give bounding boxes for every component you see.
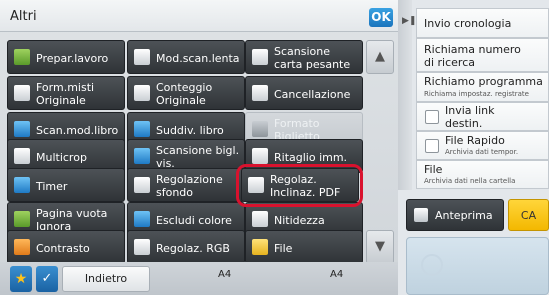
book-divide-icon (134, 121, 150, 137)
regolazione-sfondo-button[interactable]: Regolazione sfondo (127, 168, 245, 202)
form-misti-originale-button[interactable]: Form.misti Originale (7, 76, 125, 110)
start-icon (421, 254, 443, 276)
count-icon (134, 85, 150, 101)
back-button[interactable]: Indietro (62, 266, 150, 292)
clear-all-button[interactable]: CA (508, 199, 549, 231)
star-icon[interactable]: ★ (10, 266, 32, 292)
card-icon (252, 121, 268, 137)
contrast-icon (14, 239, 30, 255)
richiamo-programma-item[interactable]: Richiamo programma Richiama impostaz. re… (416, 72, 549, 102)
file-button[interactable]: File (245, 230, 363, 264)
expand-arrow-icon[interactable]: ▶❚ (402, 16, 416, 26)
mixed-size-icon (14, 85, 30, 101)
folder-icon (14, 49, 30, 65)
richiama-numero-item[interactable]: Richiama numero di ricerca (416, 38, 549, 72)
conteggio-originale-button[interactable]: Conteggio Originale (127, 76, 245, 110)
scroll-down-icon[interactable]: ▼ (366, 230, 394, 264)
card-scan-icon (134, 148, 150, 164)
invio-cronologia-item[interactable]: Invio cronologia (416, 8, 549, 38)
panel-collapse-tab[interactable] (398, 0, 412, 190)
preview-button[interactable]: Anteprima (406, 199, 504, 231)
ok-button[interactable]: OK (369, 8, 393, 27)
preview-icon (414, 208, 428, 222)
slow-scan-icon (134, 49, 150, 65)
heavy-paper-icon (252, 49, 268, 65)
scansione-carta-pesante-button[interactable]: Scansione carta pesante (245, 40, 363, 74)
file-item[interactable]: File Archivia dati nella cartella (416, 160, 549, 189)
contrasto-button[interactable]: Contrasto (7, 230, 125, 264)
sharpness-icon (252, 211, 268, 227)
invia-link-item[interactable]: Invia link destin. (416, 102, 549, 131)
multicrop-icon (14, 148, 30, 164)
file-icon (252, 239, 268, 255)
blank-page-icon (14, 211, 30, 227)
clock-icon (14, 177, 30, 193)
send-link-checkbox[interactable] (425, 110, 439, 124)
file-rapido-item[interactable]: File Rapido Archivia dati tempor. (416, 131, 549, 160)
rgb-icon (134, 239, 150, 255)
cancellazione-button[interactable]: Cancellazione (245, 76, 363, 110)
check-icon[interactable]: ✓ (36, 266, 58, 292)
highlight-frame (236, 164, 363, 207)
book-icon (14, 121, 30, 137)
mod-scan-lenta-button[interactable]: Mod.scan.lenta (127, 40, 245, 74)
title-bar: Altri OK (0, 0, 398, 32)
erase-icon (252, 85, 268, 101)
regolaz-rgb-button[interactable]: Regolaz. RGB (127, 230, 245, 264)
scroll-up-icon[interactable]: ▲ (366, 40, 394, 74)
background-icon (134, 177, 150, 193)
paper-size-left: A4 (218, 269, 232, 280)
paper-size-right: A4 (330, 269, 344, 280)
page-title: Altri (10, 9, 37, 24)
timer-button[interactable]: Timer (7, 168, 125, 202)
screen: Altri OK Prepar.lavoro Mod.scan.lenta Sc… (0, 0, 549, 295)
other-functions-panel: Altri OK Prepar.lavoro Mod.scan.lenta Sc… (0, 0, 398, 295)
prepar-lavoro-button[interactable]: Prepar.lavoro (7, 40, 125, 74)
file-rapido-checkbox[interactable] (425, 139, 439, 153)
start-button[interactable] (406, 237, 549, 295)
crop-icon (252, 148, 268, 164)
color-drop-icon (134, 211, 150, 227)
